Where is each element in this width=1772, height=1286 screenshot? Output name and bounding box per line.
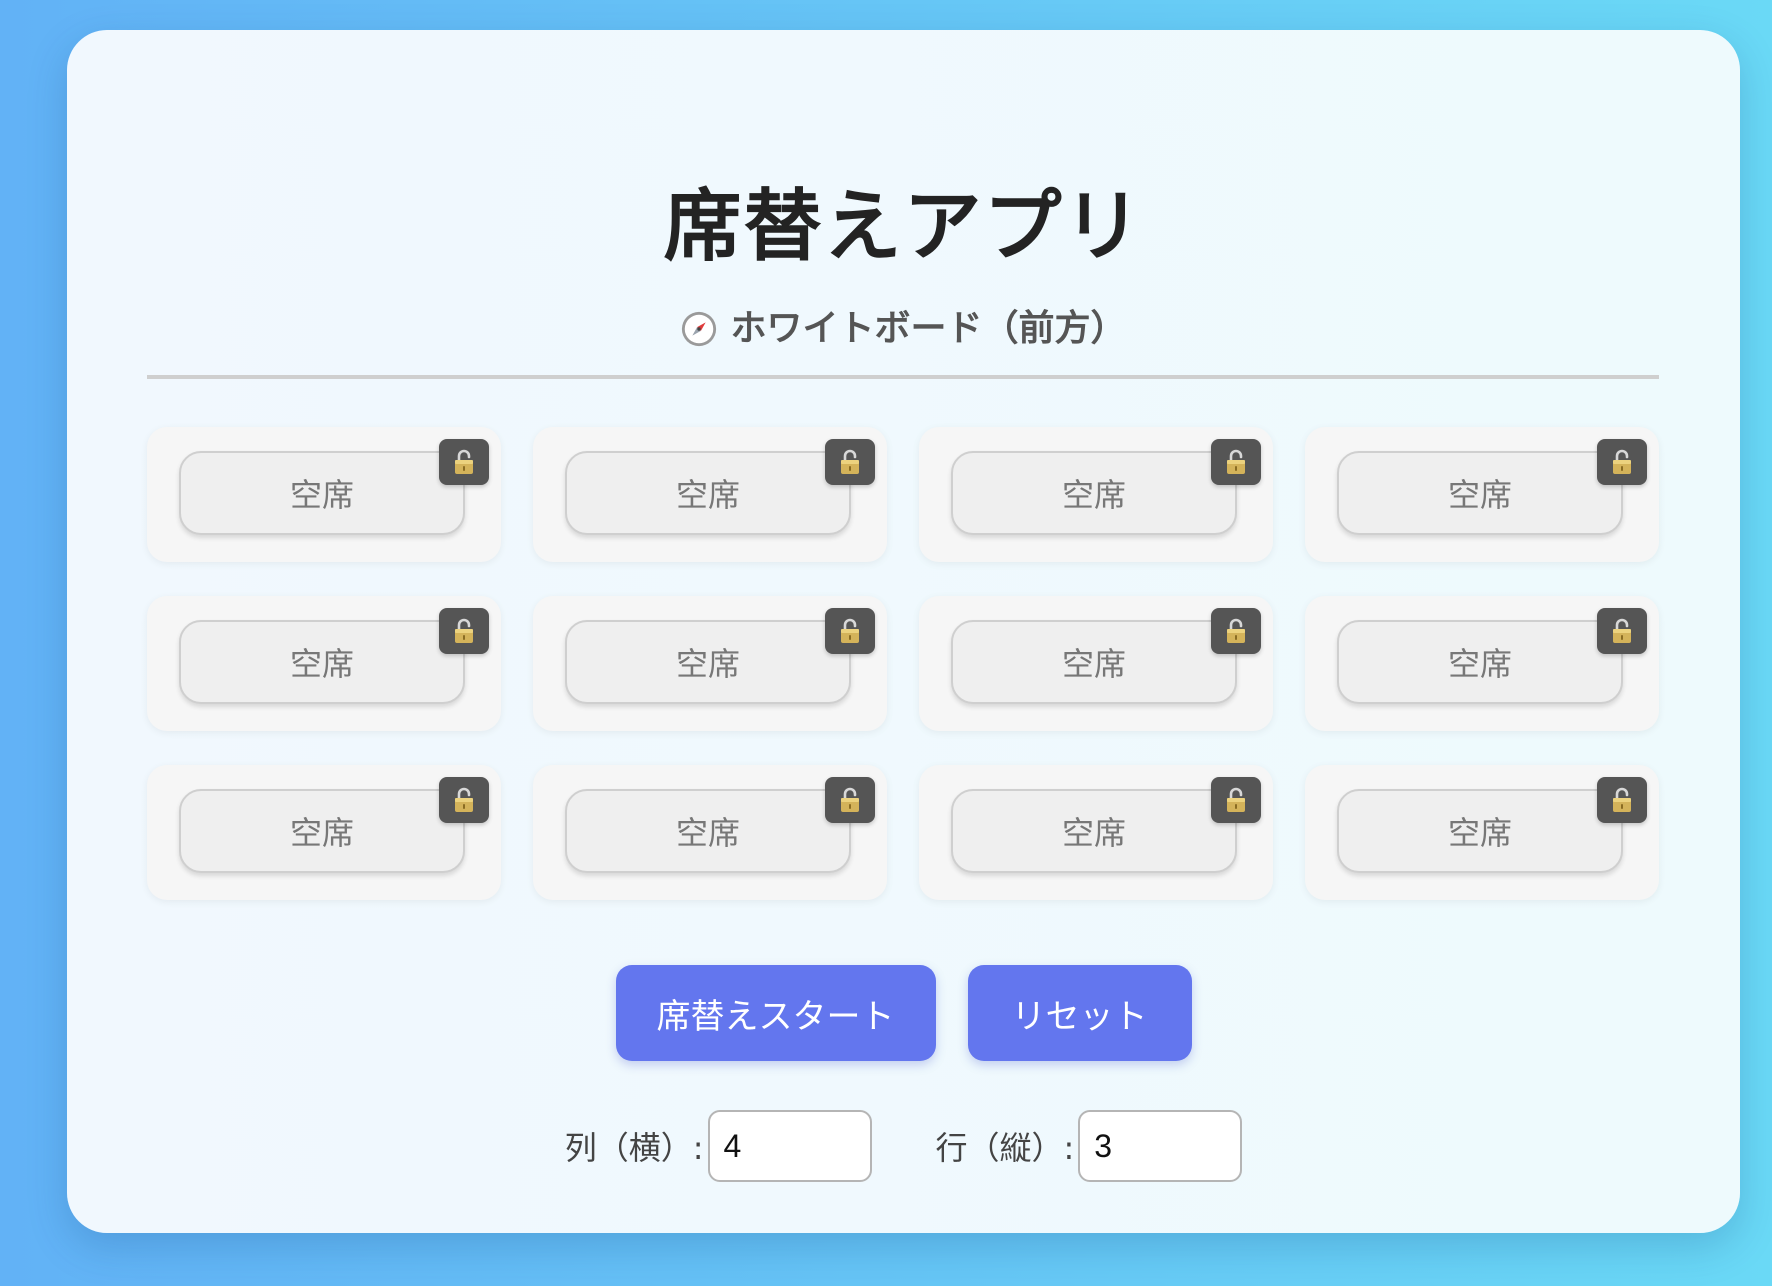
- compass-icon: [682, 311, 717, 347]
- seat-slot[interactable]: 空席: [951, 451, 1237, 535]
- rows-setting: 行（縦）:: [936, 1110, 1243, 1182]
- seat-slot[interactable]: 空席: [1337, 451, 1623, 535]
- lock-toggle-button[interactable]: [1597, 608, 1647, 654]
- seat-slot[interactable]: 空席: [565, 451, 851, 535]
- unlocked-padlock-icon: [841, 618, 859, 643]
- seat-cell: 空席: [147, 427, 501, 562]
- seat-cell: 空席: [147, 596, 501, 731]
- seat-slot[interactable]: 空席: [179, 451, 465, 535]
- lock-toggle-button[interactable]: [1597, 439, 1647, 485]
- unlocked-padlock-icon: [1227, 449, 1245, 474]
- seat-slot[interactable]: 空席: [951, 789, 1237, 873]
- seat-slot[interactable]: 空席: [565, 789, 851, 873]
- rows-label: 行（縦）:: [935, 1129, 1075, 1167]
- seat-slot[interactable]: 空席: [565, 620, 851, 704]
- unlocked-padlock-icon: [1613, 449, 1631, 474]
- seat-slot[interactable]: 空席: [179, 789, 465, 873]
- rows-input[interactable]: [1078, 1110, 1243, 1182]
- seat-cell: 空席: [147, 765, 501, 900]
- unlocked-padlock-icon: [841, 449, 859, 474]
- seat-cell: 空席: [533, 596, 887, 731]
- lock-toggle-button[interactable]: [1211, 608, 1261, 654]
- seat-slot[interactable]: 空席: [951, 620, 1237, 704]
- seat-cell: 空席: [919, 427, 1273, 562]
- unlocked-padlock-icon: [1613, 787, 1631, 812]
- lock-toggle-button[interactable]: [825, 439, 875, 485]
- seat-cell: 空席: [1305, 427, 1659, 562]
- lock-toggle-button[interactable]: [439, 608, 489, 654]
- unlocked-padlock-icon: [455, 787, 473, 812]
- lock-toggle-button[interactable]: [439, 439, 489, 485]
- seat-slot[interactable]: 空席: [1337, 620, 1623, 704]
- columns-label: 列（横）:: [564, 1129, 704, 1167]
- seat-grid: 空席 空席 空席 空席 空席 空席 空席 空席 空席 空席 空席 空席: [147, 427, 1659, 900]
- action-buttons: 席替えスタート リセット: [67, 965, 1740, 1061]
- seat-cell: 空席: [919, 596, 1273, 731]
- seat-slot[interactable]: 空席: [179, 620, 465, 704]
- grid-settings: 列（横）: 行（縦）:: [67, 1110, 1740, 1182]
- lock-toggle-button[interactable]: [825, 608, 875, 654]
- seat-cell: 空席: [1305, 765, 1659, 900]
- unlocked-padlock-icon: [1227, 618, 1245, 643]
- lock-toggle-button[interactable]: [825, 777, 875, 823]
- whiteboard-label: ホワイトボード（前方）: [67, 310, 1740, 348]
- whiteboard-text: ホワイトボード（前方）: [730, 308, 1127, 349]
- seat-cell: 空席: [533, 427, 887, 562]
- seat-cell: 空席: [1305, 596, 1659, 731]
- page-title: 席替えアプリ: [663, 182, 1144, 272]
- unlocked-padlock-icon: [1227, 787, 1245, 812]
- whiteboard-divider: [147, 375, 1659, 379]
- columns-input[interactable]: [707, 1110, 872, 1182]
- reset-button[interactable]: リセット: [967, 965, 1192, 1061]
- unlocked-padlock-icon: [1613, 618, 1631, 643]
- unlocked-padlock-icon: [455, 449, 473, 474]
- columns-setting: 列（横）:: [565, 1110, 872, 1182]
- lock-toggle-button[interactable]: [1597, 777, 1647, 823]
- start-shuffle-button[interactable]: 席替えスタート: [615, 965, 936, 1061]
- lock-toggle-button[interactable]: [439, 777, 489, 823]
- lock-toggle-button[interactable]: [1211, 439, 1261, 485]
- unlocked-padlock-icon: [455, 618, 473, 643]
- app-card: 席替えアプリ ホワイトボード（前方） 空席 空席 空席 空席 空席 空席 空席 空席 空席 空席空…: [67, 30, 1740, 1233]
- seat-cell: 空席: [533, 765, 887, 900]
- unlocked-padlock-icon: [841, 787, 859, 812]
- lock-toggle-button[interactable]: [1211, 777, 1261, 823]
- seat-cell: 空席: [919, 765, 1273, 900]
- seat-slot[interactable]: 空席: [1337, 789, 1623, 873]
